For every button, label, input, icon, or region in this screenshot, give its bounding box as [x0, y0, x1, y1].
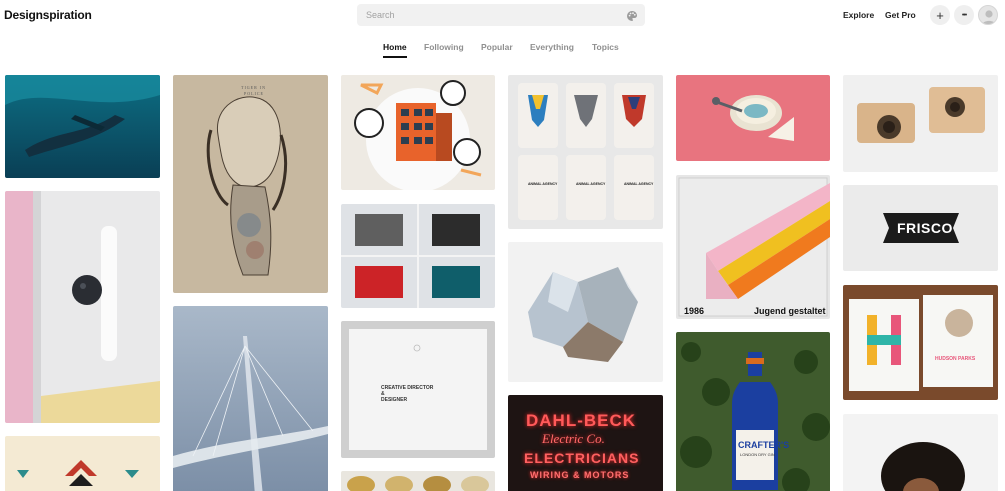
animal-agency-text-2: ANIMAL AGENCY [576, 182, 606, 186]
neon-line-1: DAHL-BECK [526, 411, 637, 430]
image-tile-butterflies[interactable] [341, 471, 495, 491]
get-pro-link[interactable]: Get Pro [885, 10, 916, 20]
poster-year: 1986 [684, 306, 705, 316]
image-tile-radio-boxes[interactable] [341, 204, 495, 308]
image-tile-crystals[interactable] [508, 242, 663, 382]
poster-title: Jugend gestaltet [754, 306, 826, 316]
neon-line-4: WIRING & MOTORS [530, 470, 630, 480]
image-tile-tattooed-woman-drawing[interactable]: TIGER IN POLICE [173, 75, 328, 293]
explore-link[interactable]: Explore [843, 10, 874, 20]
search-input[interactable] [357, 4, 607, 26]
image-tile-door-knob[interactable] [5, 191, 160, 423]
image-tile-building-illustration[interactable] [341, 75, 495, 190]
image-tile-gin-bottle[interactable]: CRAFTER'S LONDON DRY GIN [676, 332, 830, 491]
image-tile-wooden-cameras[interactable] [843, 75, 998, 172]
image-tile-pink-bowl[interactable] [676, 75, 830, 161]
animal-agency-text-1: ANIMAL AGENCY [528, 182, 558, 186]
portrait-caption-1: TIGER IN [241, 85, 266, 90]
image-tile-animal-agency-cards[interactable]: ANIMAL AGENCY ANIMAL AGENCY ANIMAL AGENC… [508, 75, 663, 229]
neon-line-2: Electric Co. [542, 431, 605, 446]
user-avatar[interactable] [978, 5, 998, 25]
image-tile-curly-hair-portrait[interactable] [843, 414, 998, 491]
tab-home[interactable]: Home [383, 42, 407, 58]
feed-tabs: Home Following Popular Everything Topics [0, 42, 1005, 60]
plus-icon: + [936, 7, 944, 23]
neon-line-3: ELECTRICIANS [524, 450, 640, 466]
tab-topics[interactable]: Topics [592, 42, 619, 52]
frisco-text: FRISCO [897, 220, 953, 236]
image-tile-jugend-gestaltet-poster[interactable]: 1986 Jugend gestaltet [676, 175, 830, 319]
site-logo[interactable]: Designspiration [4, 8, 92, 22]
portrait-caption-2: POLICE [244, 91, 264, 96]
bottle-brand: CRAFTER'S [738, 440, 790, 450]
search-bar[interactable] [357, 4, 645, 26]
bottle-subtitle: LONDON DRY GIN [740, 452, 775, 457]
image-tile-hudson-parks-cards[interactable]: HUDSON PARKS [843, 285, 998, 400]
palette-icon[interactable] [626, 9, 638, 21]
hudson-text: HUDSON PARKS [935, 356, 976, 362]
avatar-icon [982, 10, 996, 24]
image-tile-geometric-pattern[interactable] [5, 436, 160, 491]
card-label-line3: DESIGNER [381, 397, 408, 403]
image-tile-neon-sign[interactable]: DAHL-BECK Electric Co. ELECTRICIANS WIRI… [508, 395, 663, 491]
tab-popular[interactable]: Popular [481, 42, 513, 52]
image-tile-frisco-logo[interactable]: FRISCO [843, 185, 998, 271]
more-button[interactable]: ••• [954, 5, 974, 25]
tab-following[interactable]: Following [424, 42, 464, 52]
top-header: Designspiration Explore Get Pro + ••• [0, 0, 1005, 30]
image-tile-business-card[interactable]: CREATIVE DIRECTOR & DESIGNER [341, 321, 495, 458]
add-button[interactable]: + [930, 5, 950, 25]
card-label-line1: CREATIVE DIRECTOR [381, 385, 434, 391]
image-tile-surfer-underwater[interactable] [5, 75, 160, 178]
tab-everything[interactable]: Everything [530, 42, 574, 52]
animal-agency-text-3: ANIMAL AGENCY [624, 182, 654, 186]
image-tile-bridge-fog[interactable] [173, 306, 328, 491]
more-icon: ••• [961, 11, 967, 19]
